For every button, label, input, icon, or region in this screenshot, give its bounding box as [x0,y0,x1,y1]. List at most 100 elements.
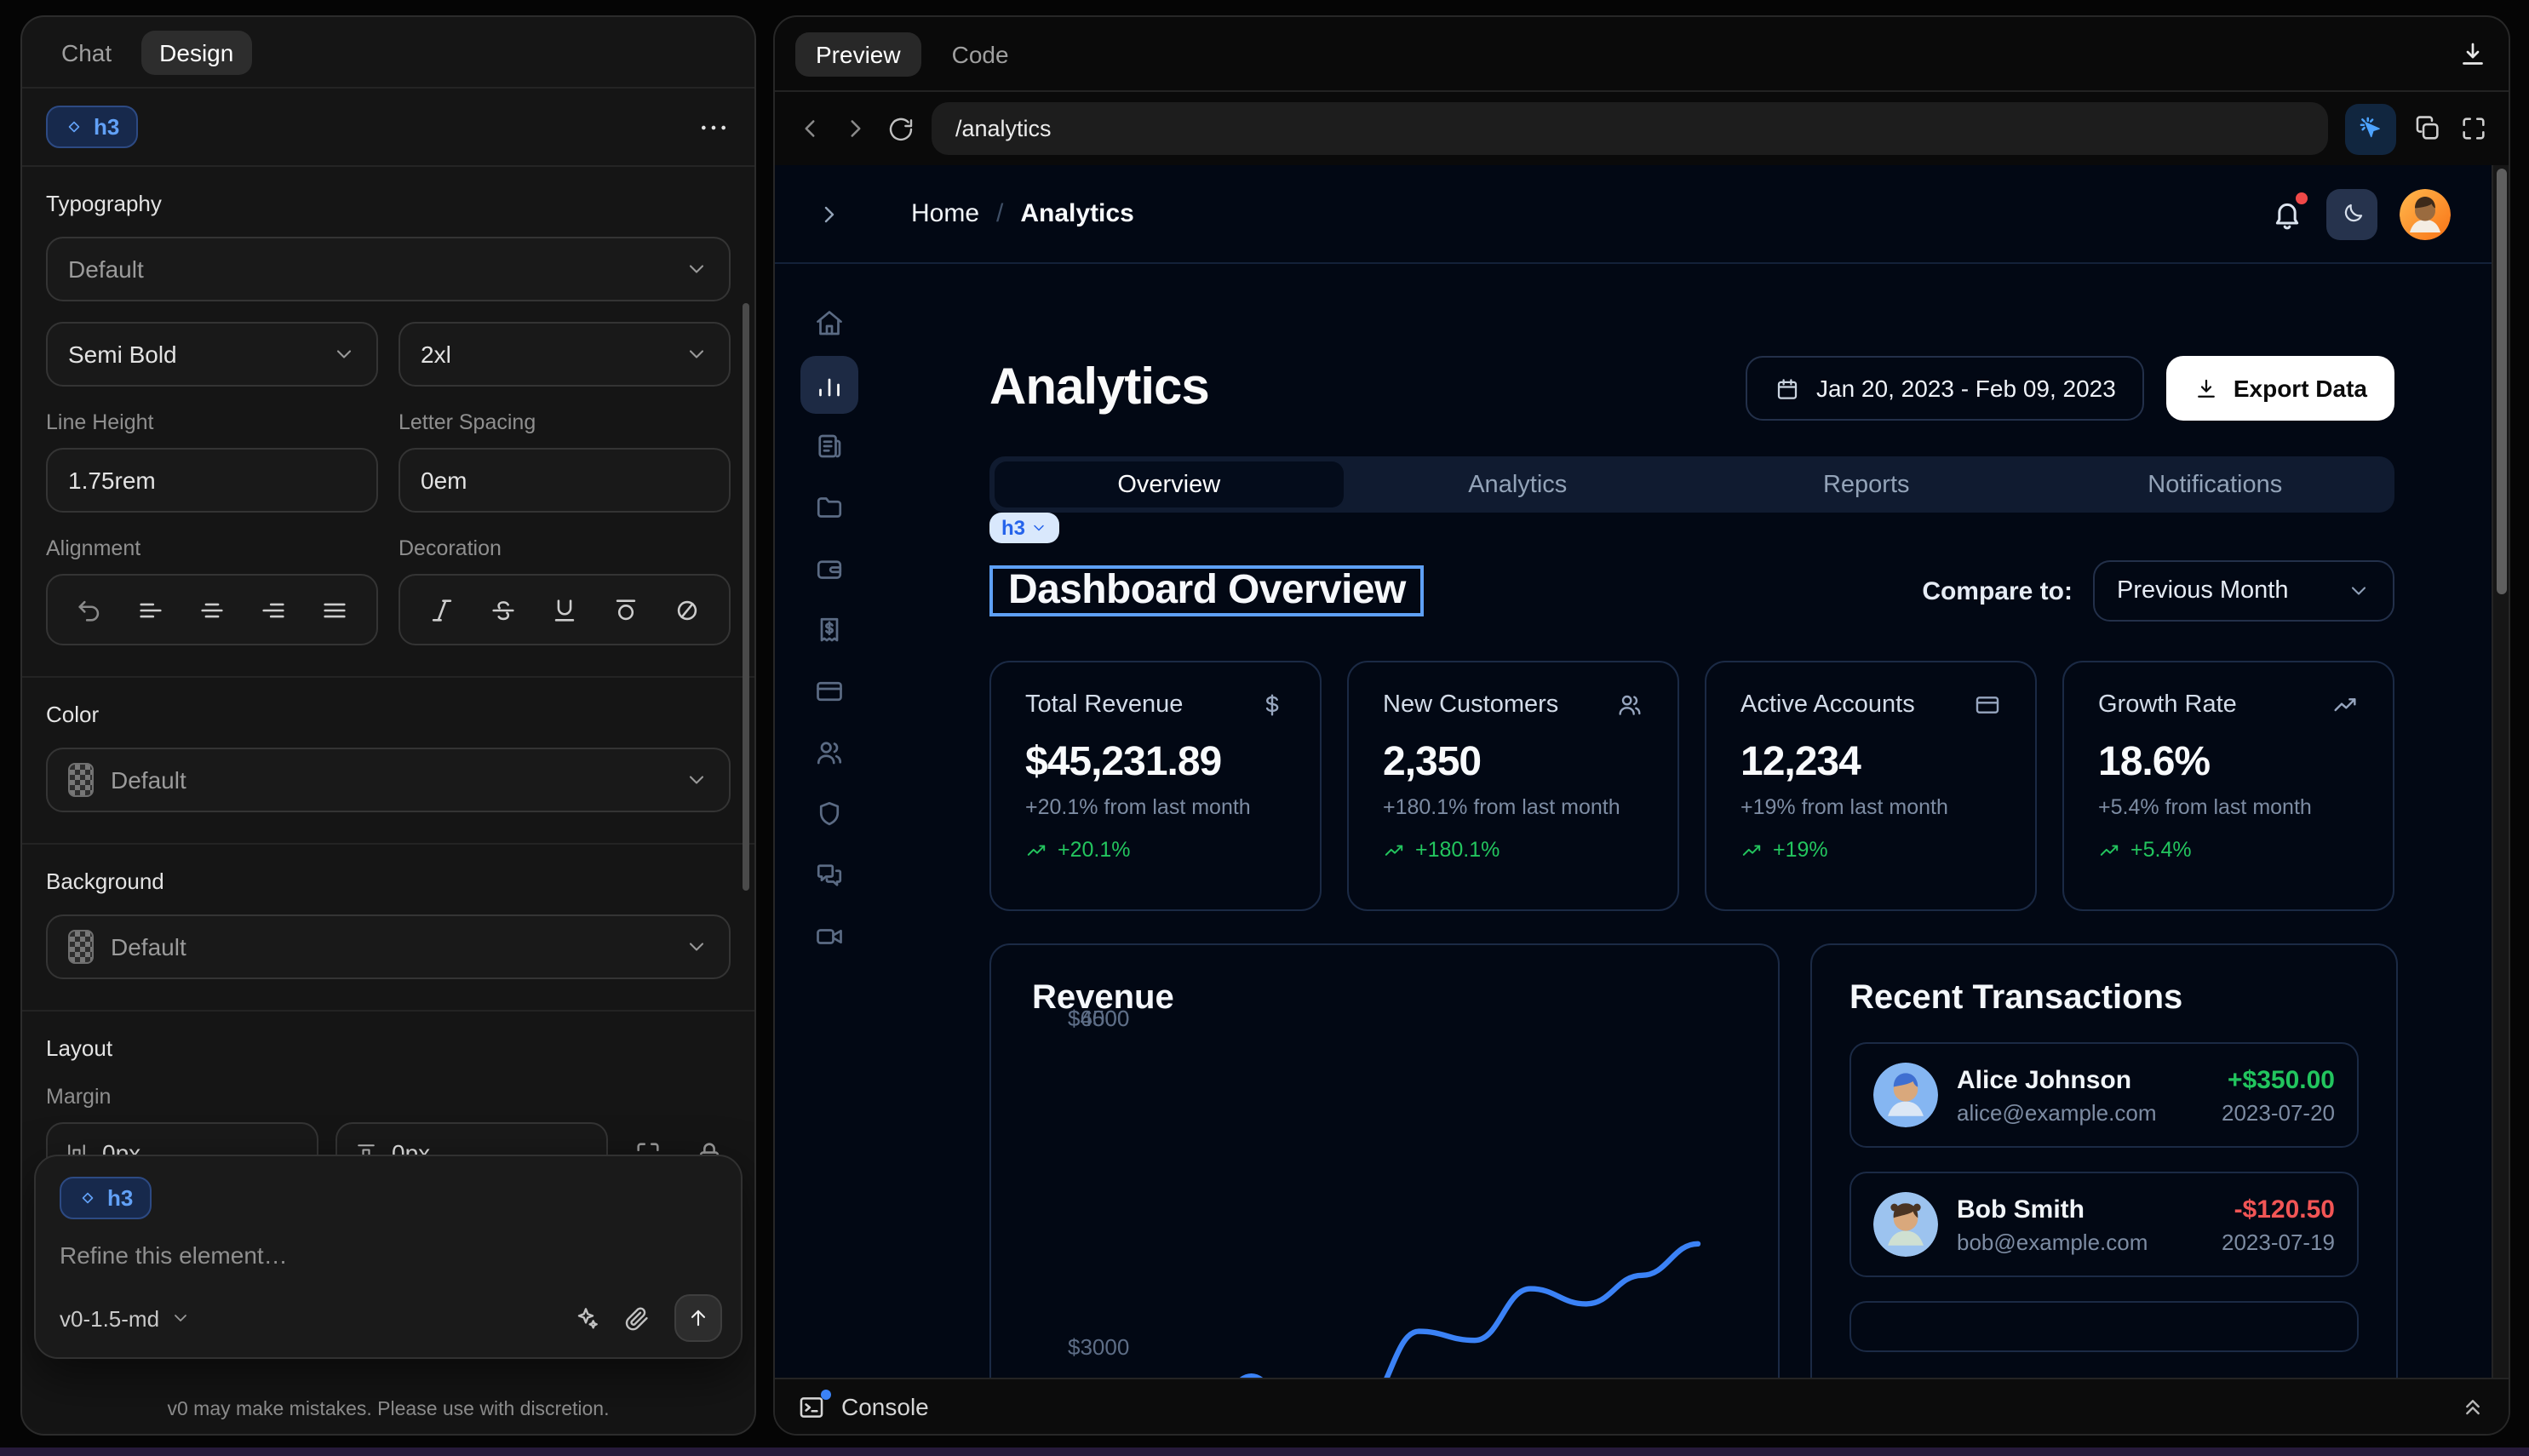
font-select[interactable]: Default [46,237,731,301]
transaction-item[interactable]: Bob Smith bob@example.com -$120.50 2023-… [1849,1172,2359,1277]
user-avatar[interactable] [2400,188,2451,239]
date-range-button[interactable]: Jan 20, 2023 - Feb 09, 2023 [1745,356,2145,421]
url-input[interactable]: /analytics [932,102,2328,155]
color-swatch [68,763,94,797]
strikethrough-icon[interactable] [489,595,518,624]
compare-select[interactable]: Previous Month [2093,560,2394,622]
composer-input[interactable]: Refine this element… [60,1241,717,1269]
no-decoration-icon[interactable] [674,595,702,624]
sidebar-item[interactable] [800,417,858,475]
sidebar-item[interactable] [800,662,858,720]
element-badge-label: h3 [94,114,119,140]
line-height-input[interactable]: 1.75rem [46,448,378,513]
export-data-button[interactable]: Export Data [2167,356,2394,421]
overline-icon[interactable] [611,595,640,624]
compare-label: Compare to: [1922,576,2073,605]
selection-badge[interactable]: h3 [989,513,1059,543]
sidebar-item[interactable] [800,601,858,659]
send-button[interactable] [674,1294,722,1342]
dashboard-tab[interactable]: Overview [995,461,1344,507]
background-select[interactable]: Default [46,914,731,979]
tab-code[interactable]: Code [932,32,1029,76]
dashboard-tab[interactable]: Reports [1692,461,2041,507]
tab-preview[interactable]: Preview [795,32,921,76]
stat-value: 12,234 [1740,739,2001,787]
sidebar-item[interactable] [800,540,858,598]
margin-label: Margin [46,1085,731,1109]
align-left-icon[interactable] [136,595,165,624]
disclaimer-text: v0 may make mistakes. Please use with di… [22,1400,754,1420]
composer-element-badge[interactable]: h3 [60,1177,152,1219]
dashboard-tab[interactable]: Analytics [1344,461,1693,507]
size-value: 2xl [421,341,451,368]
panel-scrollbar[interactable] [743,303,749,891]
sidebar-item[interactable] [800,846,858,904]
tab-label: Reports [1823,471,1910,498]
sidebar-item[interactable] [800,724,858,782]
align-right-icon[interactable] [259,595,288,624]
stat-title: Total Revenue [1025,691,1183,719]
stat-change: +180.1% from last month [1383,795,1643,819]
dashboard-header: Home / Analytics [775,165,2492,264]
selected-heading-outline[interactable]: Dashboard Overview [989,565,1425,616]
element-badge-h3[interactable]: h3 [46,106,138,148]
stat-value: $45,231.89 [1025,739,1286,787]
weight-select[interactable]: Semi Bold [46,322,378,387]
stat-card: Active Accounts 12,234 +19% from last mo… [1705,661,2037,911]
layout-label: Layout [46,1035,731,1061]
inspect-cursor-icon [2356,114,2385,143]
sidebar-icon [814,553,845,584]
color-select[interactable]: Default [46,748,731,812]
back-icon[interactable] [795,114,824,143]
stat-value: 2,350 [1383,739,1643,787]
sidebar-toggle-icon[interactable] [816,200,843,227]
align-justify-icon[interactable] [321,595,350,624]
size-select[interactable]: 2xl [399,322,731,387]
dashboard-main: Analytics Jan 20, 2023 - Feb 09, 2023 Ex… [884,264,2492,1378]
url-text: /analytics [955,116,1052,141]
refresh-icon[interactable] [887,115,915,142]
underline-icon[interactable] [550,595,579,624]
viewport-scrollbar[interactable] [2492,165,2509,1378]
sidebar-item[interactable] [800,295,858,353]
italic-icon[interactable] [427,595,456,624]
ellipsis-menu-icon[interactable] [697,110,731,144]
dashboard-tab[interactable]: Notifications [2041,461,2390,507]
stat-change: +19% from last month [1740,795,2001,819]
sidebar-item[interactable] [800,356,858,414]
forward-icon[interactable] [841,114,870,143]
tab-design[interactable]: Design [140,30,252,74]
transaction-date: 2023-07-19 [2222,1229,2335,1254]
chevrons-up-icon[interactable] [2459,1393,2486,1420]
diamond-icon [65,118,83,136]
alignment-group [46,574,378,645]
color-value: Default [111,766,186,794]
sidebar-item[interactable] [800,785,858,843]
copy-icon[interactable] [2413,114,2442,143]
paperclip-icon[interactable] [623,1304,651,1332]
breadcrumb-home[interactable]: Home [911,199,979,228]
chevron-down-icon [2347,579,2371,603]
notifications-bell[interactable] [2270,197,2304,231]
sidebar-item[interactable] [800,908,858,966]
undo-icon[interactable] [74,595,103,624]
letter-spacing-value: 0em [421,467,467,494]
transaction-item[interactable]: Alice Johnson alice@example.com +$350.00… [1849,1042,2359,1148]
fullscreen-icon[interactable] [2459,114,2488,143]
letter-spacing-input[interactable]: 0em [399,448,731,513]
color-section: Color Default [22,678,754,845]
tab-chat[interactable]: Chat [43,30,130,74]
model-select[interactable]: v0-1.5-md [60,1305,190,1331]
console-bar[interactable]: Console [775,1378,2509,1434]
theme-toggle[interactable] [2326,188,2377,239]
viewport-scrollbar-thumb[interactable] [2497,169,2507,594]
sparkles-icon[interactable] [572,1304,599,1332]
dashboard-tabs: Overview Analytics Reports [989,456,2394,513]
download-icon [2194,375,2220,401]
chevron-down-icon [1030,519,1047,536]
align-center-icon[interactable] [198,595,227,624]
download-icon[interactable] [2457,38,2488,69]
sidebar-item[interactable] [800,479,858,536]
breadcrumb-current: Analytics [1020,199,1133,228]
inspect-button[interactable] [2345,103,2396,154]
